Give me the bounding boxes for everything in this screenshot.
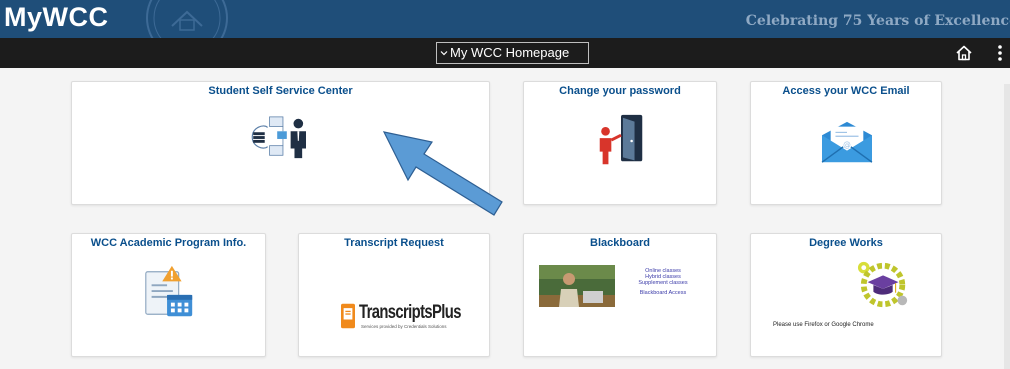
tile-title: Change your password: [559, 85, 681, 97]
college-seal-watermark: [146, 0, 228, 38]
blackboard-info: Online classes Hybrid classes Supplement…: [618, 268, 708, 296]
tile-degree-works[interactable]: Degree Works Please use Firefox or Googl…: [750, 233, 942, 357]
transcriptsplus-logo-text: TranscriptsPlus: [359, 302, 461, 323]
tile-title: Student Self Service Center: [208, 85, 353, 97]
homepage-select[interactable]: My WCC Homepage: [436, 42, 589, 64]
browser-note: Please use Firefox or Google Chrome: [773, 322, 874, 328]
document-calendar-warning-icon: [145, 265, 193, 317]
tile-transcript-request[interactable]: Transcript Request TranscriptsPlus Servi…: [298, 233, 490, 357]
person-door-icon: [599, 114, 643, 165]
brand-logo[interactable]: MyWCC: [4, 2, 109, 33]
email-envelope-icon: @: [821, 121, 873, 163]
homepage-select-label: My WCC Homepage: [450, 45, 570, 60]
instructor-photo: [539, 265, 615, 307]
tile-blackboard[interactable]: Blackboard Online classes Hybrid classes…: [523, 233, 717, 357]
tile-wcc-email[interactable]: Access your WCC Email @: [750, 81, 942, 205]
home-icon[interactable]: [955, 44, 973, 62]
page-scrollbar[interactable]: [1004, 84, 1010, 369]
tile-title: WCC Academic Program Info.: [90, 237, 247, 249]
pointer-arrow-overlay: [382, 131, 503, 216]
network-person-icon: [251, 116, 306, 159]
svg-text:@: @: [843, 140, 851, 149]
transcriptsplus-logo-icon: [341, 303, 355, 329]
top-navbar: My WCC Homepage: [0, 38, 1010, 68]
blackboard-access-link[interactable]: Blackboard Access: [618, 290, 708, 296]
tile-change-password[interactable]: Change your password: [523, 81, 717, 205]
chevron-down-icon: [440, 51, 448, 56]
tile-title: Blackboard: [590, 237, 650, 249]
tile-title: Degree Works: [809, 237, 883, 249]
graduation-cap-gear-icon: [857, 261, 908, 308]
transcriptsplus-subtitle: Services provided by Credentials Solutio…: [361, 324, 447, 329]
header-banner: MyWCC Celebrating 75 Years of Excellence: [0, 0, 1010, 38]
tile-title: Access your WCC Email: [782, 85, 910, 97]
tile-title: Transcript Request: [344, 237, 444, 249]
tile-academic-program-info[interactable]: WCC Academic Program Info.: [71, 233, 266, 357]
tagline: Celebrating 75 Years of Excellence: [745, 13, 1010, 29]
vertical-ellipsis-icon[interactable]: [996, 44, 1004, 62]
